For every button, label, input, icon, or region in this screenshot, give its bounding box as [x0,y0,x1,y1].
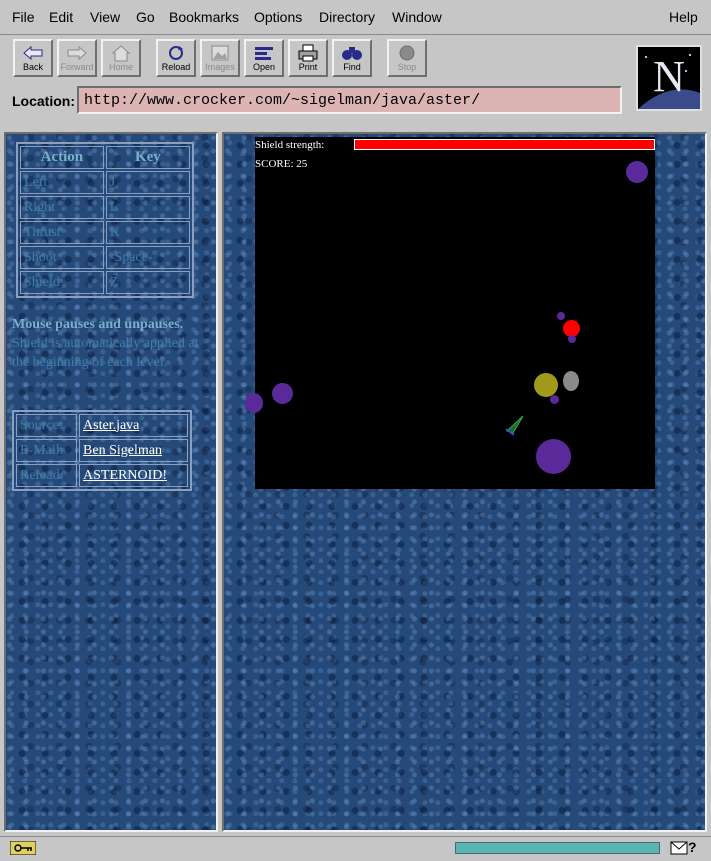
help-text-bold: Mouse pauses and unpauses. [12,317,184,332]
table-row: Reload: ASTERNOID! [16,464,188,487]
home-icon [111,45,131,62]
table-row: Left J [20,171,190,194]
menu-file[interactable]: File [12,9,35,25]
menu-bar: File Edit View Go Bookmarks Options Dire… [0,0,711,35]
stop-label: Stop [397,62,417,72]
reload-link[interactable]: ASTERNOID! [79,464,188,487]
controls-header-row: Action Key [20,146,190,169]
asteroid [245,393,263,413]
key-cell: L [105,196,190,219]
action-cell: Right [20,196,104,219]
source-link-text[interactable]: Aster.java [83,418,139,433]
left-frame[interactable]: Action Key Left J Right L Thrust K Shoot… [4,132,218,832]
images-icon [211,45,229,61]
mail-icon[interactable] [670,841,688,855]
asteroid [534,373,558,397]
home-label: Home [108,62,133,72]
shield-label: Shield strength: [255,139,325,151]
menu-help[interactable]: Help [669,9,698,25]
help-text: Mouse pauses and unpauses. Shield is aut… [12,315,212,372]
stop-button[interactable]: Stop [387,39,427,77]
email-link-text[interactable]: Ben Sigelman [83,443,162,458]
printer-icon [298,44,318,62]
table-row: Thrust K [20,221,190,244]
action-cell: Shield [20,271,104,294]
action-header: Action [20,146,104,169]
open-icon [255,47,273,60]
menu-window[interactable]: Window [392,9,442,25]
frame-divider [0,124,711,132]
back-arrow-icon [23,45,43,61]
find-button[interactable]: Find [332,39,372,77]
shield-fill [355,140,654,149]
asteroid [550,395,559,404]
menu-bookmarks[interactable]: Bookmarks [169,9,239,25]
score-label: SCORE: 25 [255,158,308,170]
key-cell: J [105,171,190,194]
action-cell: Thrust [20,221,104,244]
asteroid [557,312,565,320]
key-header: Key [105,146,190,169]
progress-bar [455,842,660,854]
key-cell: Z [105,271,190,294]
asteroid [272,383,293,404]
menu-go[interactable]: Go [136,9,155,25]
info-label: Source: [16,414,78,437]
help-icon[interactable]: ? [688,839,697,855]
menu-edit[interactable]: Edit [49,9,73,25]
table-row: E-Mail: Ben Sigelman [16,439,188,462]
key-cell: -Space- [105,246,190,269]
forward-arrow-icon [67,45,87,61]
images-label: Images [205,62,235,72]
netscape-logo[interactable]: N [636,45,702,111]
forward-label: Forward [60,62,94,72]
source-link[interactable]: Aster.java [79,414,188,437]
info-table: Source: Aster.java E-Mail: Ben Sigelman … [12,410,192,491]
help-text-rest: Shield is automatically applied at the b… [12,336,199,370]
find-label: Find [343,62,361,72]
open-label: Open [252,62,276,72]
key-cell: K [105,221,190,244]
status-bar: ? [0,836,711,861]
asteroid [536,439,571,474]
menu-options[interactable]: Options [254,9,302,25]
location-label: Location: [12,93,75,109]
asteroid [568,335,576,343]
email-link[interactable]: Ben Sigelman [79,439,188,462]
ship-icon [505,415,524,436]
logo-letter: N [653,52,685,101]
action-cell: Shoot [20,246,104,269]
info-label: Reload: [16,464,78,487]
back-button[interactable]: Back [13,39,53,77]
table-row: Source: Aster.java [16,414,188,437]
home-button[interactable]: Home [101,39,141,77]
binoculars-icon [342,47,362,60]
print-label: Print [298,62,318,72]
table-row: Shield Z [20,271,190,294]
action-cell: Left [20,171,104,194]
stop-icon [399,45,415,61]
menu-directory[interactable]: Directory [319,9,375,25]
print-button[interactable]: Print [288,39,328,77]
shield-bar [354,139,655,150]
reload-icon [169,46,183,60]
table-row: Shoot -Space- [20,246,190,269]
reload-button[interactable]: Reload [156,39,196,77]
toolbar: Back Forward Home Reload Images Open Pri… [0,35,711,83]
info-label: E-Mail: [16,439,78,462]
back-label: Back [22,62,43,72]
images-button[interactable]: Images [200,39,240,77]
asteroid [626,161,648,183]
open-button[interactable]: Open [244,39,284,77]
menu-view[interactable]: View [90,9,120,25]
location-input[interactable]: http://www.crocker.com/~sigelman/java/as… [77,86,622,114]
asteroids-game[interactable]: Shield strength: SCORE: 25 [245,137,655,489]
asteroid [563,371,579,391]
table-row: Right L [20,196,190,219]
reload-label: Reload [161,62,191,72]
reload-link-text[interactable]: ASTERNOID! [83,468,167,483]
forward-button[interactable]: Forward [57,39,97,77]
security-key-icon[interactable] [10,841,36,855]
controls-table: Action Key Left J Right L Thrust K Shoot… [16,142,194,298]
